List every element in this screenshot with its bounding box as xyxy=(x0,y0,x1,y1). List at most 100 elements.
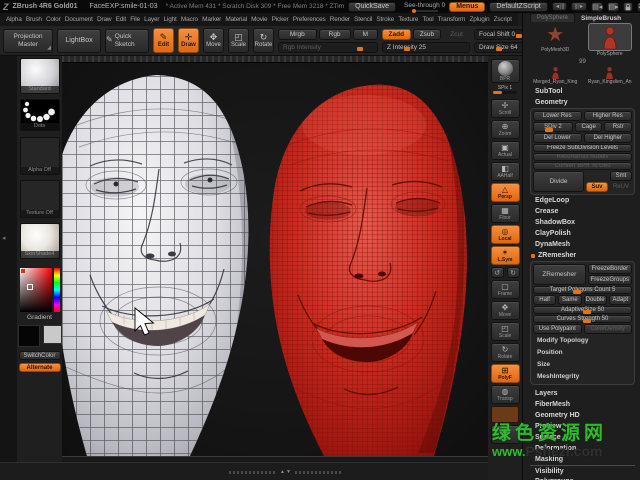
double-button[interactable]: Double xyxy=(584,295,607,305)
z-intensity-handle[interactable] xyxy=(404,47,410,51)
section-preview[interactable]: Preview xyxy=(530,421,635,432)
tab-simplebrush[interactable]: SimpleBrush xyxy=(581,15,621,22)
suv-toggle[interactable]: Suv xyxy=(586,182,608,192)
move-3d-button[interactable]: ✥ Move xyxy=(491,301,520,320)
spin-left-icon[interactable]: ↺ xyxy=(491,267,504,278)
alternate-button[interactable]: Alternate xyxy=(19,363,61,372)
zremesher-section-header[interactable]: ZRemesher xyxy=(530,250,635,261)
freeze-border-toggle[interactable]: FreezeBorder xyxy=(588,264,632,274)
section-deformation[interactable]: Deformation xyxy=(530,443,635,454)
menu-preferences[interactable]: Preferences xyxy=(293,16,326,23)
seethrough-slider[interactable]: See-through 0 xyxy=(404,2,445,12)
frame-button[interactable]: ▢ Frame xyxy=(491,280,520,299)
seethrough-handle[interactable] xyxy=(412,9,416,13)
quick-sketch-button[interactable]: ✎ Quick Sketch xyxy=(105,29,149,53)
ghost-toggle[interactable] xyxy=(491,406,519,423)
menu-file[interactable]: File xyxy=(130,16,140,23)
color-density-slider[interactable]: ColorDensity xyxy=(584,324,633,334)
menu-tool[interactable]: Tool xyxy=(422,16,433,23)
bpr-render-button[interactable]: BPR xyxy=(491,59,520,83)
sdiv-slider[interactable]: SDiv 2 xyxy=(533,122,573,132)
draw-size-handle[interactable] xyxy=(496,47,502,51)
recent-tool-merged[interactable]: Merged_Ryan_King xyxy=(530,66,581,86)
scale-3d-button[interactable]: ◰ Scale xyxy=(491,322,520,341)
rgb-intensity-slider[interactable]: Rgb Intensity xyxy=(278,42,378,53)
history-forward-button[interactable]: |||► xyxy=(571,2,587,11)
tool-polymesh3d[interactable]: ★ PolyMesh3D xyxy=(530,23,581,54)
rgb-button[interactable]: Rgb xyxy=(319,29,351,40)
projection-master-button[interactable]: Projection Master ◢ xyxy=(3,29,53,53)
subtool-section-header[interactable]: SubTool xyxy=(530,86,635,97)
zcut-button[interactable]: Zcut xyxy=(443,29,470,40)
section-crease[interactable]: Crease xyxy=(530,206,635,217)
hue-strip[interactable] xyxy=(54,268,60,312)
adaptive-size-slider[interactable]: AdaptiveSize 50 xyxy=(533,306,632,314)
del-lower-button[interactable]: Del Lower xyxy=(533,133,582,143)
curves-strength-handle[interactable] xyxy=(583,319,591,323)
freeze-groups-toggle[interactable]: FreezeGroups xyxy=(588,275,632,285)
adaptive-size-handle[interactable] xyxy=(583,310,591,314)
right-tray-toggle-icon[interactable]: ▤▸ xyxy=(607,2,619,12)
adapt-toggle[interactable]: Adapt xyxy=(609,295,632,305)
divide-button[interactable]: Divide xyxy=(533,171,584,192)
section-shadowbox[interactable]: ShadowBox xyxy=(530,217,635,228)
document-top-strip[interactable] xyxy=(62,56,488,63)
menu-render[interactable]: Render xyxy=(330,16,350,23)
section-geometry-hd[interactable]: Geometry HD xyxy=(530,410,635,421)
alpha-thumbnail[interactable]: Alpha Off xyxy=(20,137,60,175)
persp-toggle[interactable]: △ Persp xyxy=(491,183,520,202)
scale-mode-button[interactable]: ◰ Scale xyxy=(228,28,249,53)
menu-light[interactable]: Light xyxy=(164,16,177,23)
menu-material[interactable]: Material xyxy=(225,16,247,23)
recent-tool-ryan[interactable]: Ryan_Kingslien_An xyxy=(585,66,636,86)
switch-color-button[interactable]: SwitchColor xyxy=(19,351,61,360)
menu-texture[interactable]: Texture xyxy=(398,16,418,23)
sdiv-handle[interactable] xyxy=(545,128,553,132)
rotate-mode-button[interactable]: ↻ Rotate xyxy=(253,28,274,53)
menu-draw[interactable]: Draw xyxy=(97,16,111,23)
geometry-section-header[interactable]: Geometry xyxy=(530,97,635,108)
menu-stencil[interactable]: Stencil xyxy=(354,16,372,23)
material-thumbnail[interactable]: SkinShade4 xyxy=(20,223,60,259)
red-sculpt-head[interactable] xyxy=(262,73,482,456)
mrgb-button[interactable]: Mrgb xyxy=(278,29,317,40)
lightbox-button[interactable]: LightBox xyxy=(57,29,101,53)
target-polygons-slider[interactable]: Target Polygons Count 5 xyxy=(533,286,632,294)
section-visibility[interactable]: Visibility xyxy=(530,465,635,476)
solo-toggle[interactable]: ◉ Solo xyxy=(491,425,520,444)
menu-color[interactable]: Color xyxy=(46,16,61,23)
menu-brush[interactable]: Brush xyxy=(26,16,42,23)
color-picker[interactable] xyxy=(20,268,60,312)
freeze-subdivision-button[interactable]: Freeze SubDivision Levels xyxy=(533,144,632,152)
restore-color-swatch[interactable] xyxy=(21,269,25,273)
size-subsection[interactable]: Size xyxy=(533,359,632,370)
default-zscript-button[interactable]: DefaultZScript xyxy=(489,2,547,12)
convert-bpr-button[interactable]: Convert BPR To Geo xyxy=(533,162,632,170)
menu-transform[interactable]: Transform xyxy=(438,16,466,23)
left-tray-toggle-icon[interactable]: ▤◂ xyxy=(591,2,603,12)
modify-topology-subsection[interactable]: Modify Topology xyxy=(533,335,632,346)
left-tray-divider[interactable]: ◂ xyxy=(0,56,18,480)
higher-res-button[interactable]: Higher Res xyxy=(584,111,633,121)
zremesher-button[interactable]: ZRemesher xyxy=(533,264,586,285)
section-layers[interactable]: Layers xyxy=(530,388,635,399)
local-toggle[interactable]: ◎ Local xyxy=(491,225,520,244)
lower-res-button[interactable]: Lower Res xyxy=(533,111,582,121)
section-masking[interactable]: Masking xyxy=(530,454,635,465)
move-mode-button[interactable]: ✥ Move xyxy=(203,28,224,53)
edit-mode-button[interactable]: ✎ Edit xyxy=(153,28,174,53)
z-intensity-slider[interactable]: Z Intensity 25 xyxy=(382,42,470,53)
tool-polysphere-selected[interactable]: PolySphere xyxy=(585,23,636,58)
meshintegrity-subsection[interactable]: MeshIntegrity xyxy=(533,371,632,382)
zadd-button[interactable]: Zadd xyxy=(382,29,411,40)
menu-zscript[interactable]: Zscript xyxy=(494,16,512,23)
del-higher-button[interactable]: Del Higher xyxy=(584,133,633,143)
reconstruct-subdiv-button[interactable]: Reconstruct Subdiv xyxy=(533,153,632,161)
section-surface[interactable]: Surface xyxy=(530,432,635,443)
menu-picker[interactable]: Picker xyxy=(272,16,289,23)
tray-collapse-icon[interactable]: ◂ xyxy=(2,234,6,242)
cage-button[interactable]: Cage xyxy=(575,122,603,132)
smt-toggle[interactable]: Smt xyxy=(610,171,632,181)
rgb-intensity-handle[interactable] xyxy=(357,47,363,51)
menu-movie[interactable]: Movie xyxy=(251,16,267,23)
